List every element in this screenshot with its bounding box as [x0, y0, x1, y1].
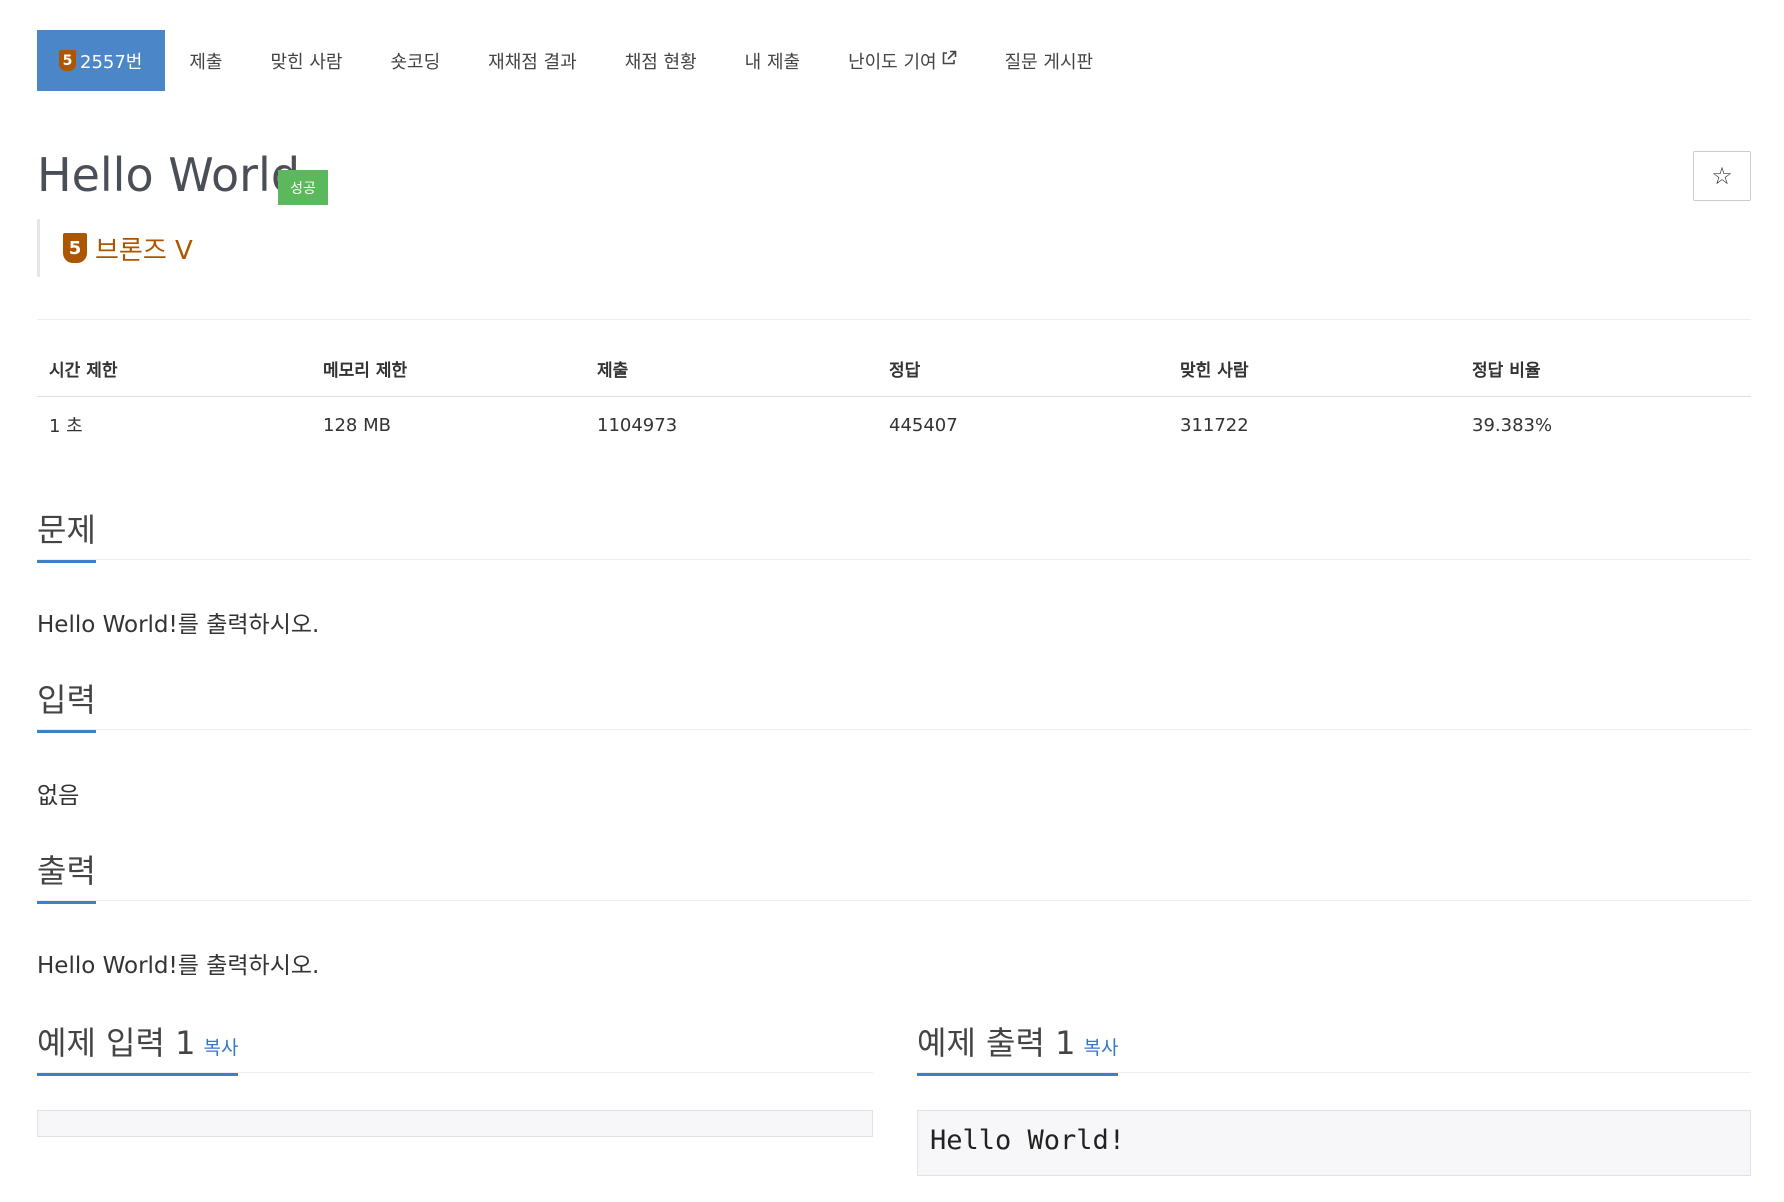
- table-row: 1 초 128 MB 1104973 445407 311722 39.383%: [37, 397, 1751, 439]
- tab-problem-label: 2557번: [80, 51, 143, 73]
- section-input: 입력: [37, 675, 96, 733]
- sample-input-box: [37, 1110, 873, 1137]
- section-divider: [37, 559, 1751, 560]
- sample-output-box: Hello World!: [917, 1110, 1751, 1176]
- sample-input-heading: 예제 입력 1 복사: [37, 1018, 239, 1076]
- section-title-problem: 문제: [37, 505, 96, 563]
- header-submissions: 제출: [585, 356, 877, 397]
- header-accept-ratio: 정답 비율: [1460, 356, 1751, 397]
- section-divider: [37, 900, 1751, 901]
- tier-block: 5 브론즈 V: [37, 219, 193, 277]
- value-solved-users: 311722: [1180, 414, 1249, 436]
- divider: [37, 319, 1751, 320]
- section-divider: [37, 729, 1751, 730]
- tab-submit[interactable]: 제출: [165, 30, 246, 91]
- tab-solved-users[interactable]: 맞힌 사람: [247, 30, 367, 91]
- value-memory-limit: 128 MB: [323, 414, 391, 436]
- sample-output-heading: 예제 출력 1 복사: [917, 1018, 1119, 1076]
- header-memory-limit: 메모리 제한: [311, 356, 585, 397]
- section-sample-input: 예제 입력 1 복사: [37, 1018, 239, 1076]
- copy-sample-output-link[interactable]: 복사: [1083, 1037, 1118, 1059]
- tab-rejudge[interactable]: 재채점 결과: [464, 30, 601, 91]
- section-output: 출력: [37, 846, 96, 904]
- favorite-button[interactable]: ☆: [1693, 151, 1751, 201]
- value-accepted: 445407: [889, 414, 958, 436]
- problem-title: Hello World: [37, 148, 301, 202]
- output-description: Hello World!를 출력하시오.: [37, 953, 320, 979]
- tab-status[interactable]: 채점 현황: [601, 30, 721, 91]
- section-title-output: 출력: [37, 846, 96, 904]
- header-accepted: 정답: [877, 356, 1168, 397]
- sample-output-title: 예제 출력 1: [917, 1024, 1076, 1062]
- problem-menu-tabs: 5 2557번 제출 맞힌 사람 숏코딩 재채점 결과 채점 현황 내 제출 난…: [37, 30, 1117, 91]
- value-submissions: 1104973: [597, 414, 678, 436]
- tab-problem[interactable]: 5 2557번: [37, 30, 166, 91]
- tab-board[interactable]: 질문 게시판: [981, 30, 1118, 91]
- tab-shortest-code[interactable]: 숏코딩: [366, 30, 464, 91]
- value-time-limit: 1 초: [49, 416, 83, 437]
- tab-difficulty-label: 난이도 기여: [848, 51, 937, 73]
- input-description: 없음: [37, 783, 80, 809]
- tab-difficulty[interactable]: 난이도 기여: [824, 30, 981, 91]
- section-sample-output: 예제 출력 1 복사: [917, 1018, 1119, 1076]
- section-title-input: 입력: [37, 675, 96, 733]
- section-problem: 문제: [37, 505, 96, 563]
- star-icon: ☆: [1711, 162, 1733, 190]
- problem-description: Hello World!를 출력하시오.: [37, 612, 320, 638]
- header-solved-users: 맞힌 사람: [1168, 356, 1460, 397]
- problem-info-table: 시간 제한 메모리 제한 제출 정답 맞힌 사람 정답 비율 1 초 128 M…: [37, 356, 1751, 438]
- copy-sample-input-link[interactable]: 복사: [203, 1037, 238, 1059]
- result-badge: 성공: [278, 170, 328, 205]
- tab-my-submissions[interactable]: 내 제출: [721, 30, 824, 91]
- header-time-limit: 시간 제한: [37, 356, 311, 397]
- value-accept-ratio: 39.383%: [1472, 414, 1553, 436]
- sample-input-title: 예제 입력 1: [37, 1024, 196, 1062]
- tier-label: 브론즈 V: [95, 235, 193, 266]
- table-header-row: 시간 제한 메모리 제한 제출 정답 맞힌 사람 정답 비율: [37, 356, 1751, 397]
- bronze-tier-icon: 5: [63, 233, 87, 263]
- external-link-icon: [941, 50, 957, 71]
- bronze-tier-icon: 5: [59, 50, 76, 71]
